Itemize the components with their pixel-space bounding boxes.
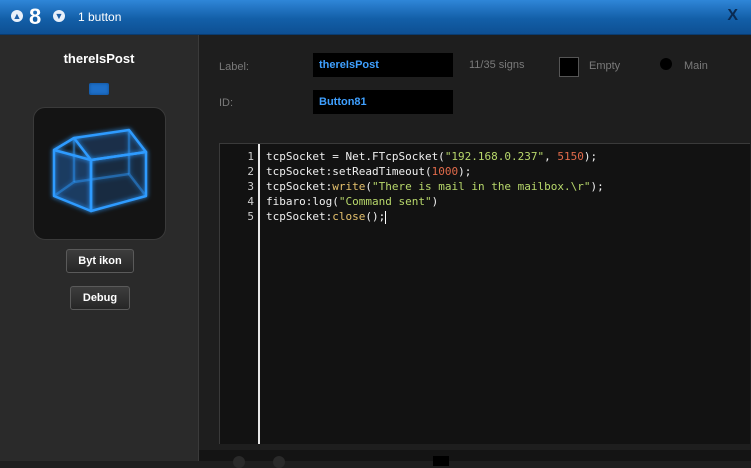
- id-caption: ID:: [219, 97, 234, 109]
- code-token: (: [365, 180, 372, 193]
- code-token: write: [332, 180, 366, 193]
- chevron-up-icon[interactable]: ▲: [11, 10, 23, 22]
- toolbar-button[interactable]: [433, 456, 449, 466]
- toolbar-button[interactable]: [273, 456, 285, 468]
- code-token: ();: [365, 210, 386, 223]
- main-panel: Label: thereIsPost 11/35 signs Empty Mai…: [199, 35, 751, 461]
- code-line: tcpSocket:setReadTimeout(1000);: [266, 164, 471, 179]
- device-number: 8: [29, 4, 42, 29]
- main-radio[interactable]: [660, 58, 672, 70]
- code-token: tcpSocket:: [266, 180, 333, 193]
- code-token: tcpSocket:: [266, 210, 333, 223]
- code-token: 5150: [557, 150, 584, 163]
- code-token: "There is mail in the mailbox.\r": [371, 180, 591, 193]
- bottom-toolbar: [199, 450, 751, 468]
- sidebar: thereIsPost Byt ikon Debug: [0, 35, 199, 461]
- window-titlebar: ▲ 8 ▼ 1 button X: [0, 0, 751, 35]
- code-token: close: [332, 210, 366, 223]
- code-editor[interactable]: 1 2 3 4 5 tcpSocket = Net.FTcpSocket("19…: [219, 143, 750, 444]
- label-input[interactable]: thereIsPost: [313, 53, 453, 77]
- code-line: tcpSocket:close();: [266, 209, 387, 224]
- code-token: 1000: [431, 165, 459, 178]
- code-token: tcpSocket:setReadTimeout(: [266, 165, 432, 178]
- change-icon-button[interactable]: Byt ikon: [66, 249, 134, 273]
- line-number: 2: [247, 165, 254, 178]
- label-caption: Label:: [219, 61, 249, 73]
- code-token: ): [431, 195, 439, 208]
- line-number: 4: [247, 195, 254, 208]
- window-title: 1 button: [78, 10, 122, 24]
- code-token: tcpSocket = Net.FTcpSocket(: [266, 150, 445, 163]
- code-token: );: [583, 150, 598, 163]
- code-line: fibaro:log("Command sent"): [266, 194, 438, 209]
- line-number: 1: [247, 150, 254, 163]
- cube-icon: [52, 128, 148, 213]
- code-line: tcpSocket = Net.FTcpSocket("192.168.0.23…: [266, 149, 597, 164]
- close-button[interactable]: X: [727, 7, 738, 25]
- status-indicator: [89, 83, 109, 95]
- toolbar-button[interactable]: [233, 456, 245, 468]
- debug-button[interactable]: Debug: [70, 286, 130, 310]
- empty-label: Empty: [589, 60, 621, 72]
- id-input[interactable]: Button81: [313, 90, 453, 114]
- line-number: 3: [247, 180, 254, 193]
- code-token: fibaro:log(: [266, 195, 339, 208]
- empty-checkbox[interactable]: [559, 57, 579, 77]
- device-name: thereIsPost: [63, 51, 135, 66]
- code-token: );: [458, 165, 472, 178]
- code-token: "Command sent": [338, 195, 432, 208]
- code-token: ,: [544, 150, 558, 163]
- device-icon-preview: [33, 107, 166, 240]
- code-token: );: [590, 180, 604, 193]
- code-token: "192.168.0.237": [444, 150, 545, 163]
- text-caret: [385, 210, 387, 224]
- line-number-gutter: 1 2 3 4 5: [220, 144, 260, 444]
- main-label: Main: [684, 60, 708, 72]
- line-number: 5: [247, 210, 254, 223]
- chevron-down-icon[interactable]: ▼: [53, 10, 65, 22]
- code-line: tcpSocket:write("There is mail in the ma…: [266, 179, 604, 194]
- sign-counter: 11/35 signs: [469, 59, 525, 71]
